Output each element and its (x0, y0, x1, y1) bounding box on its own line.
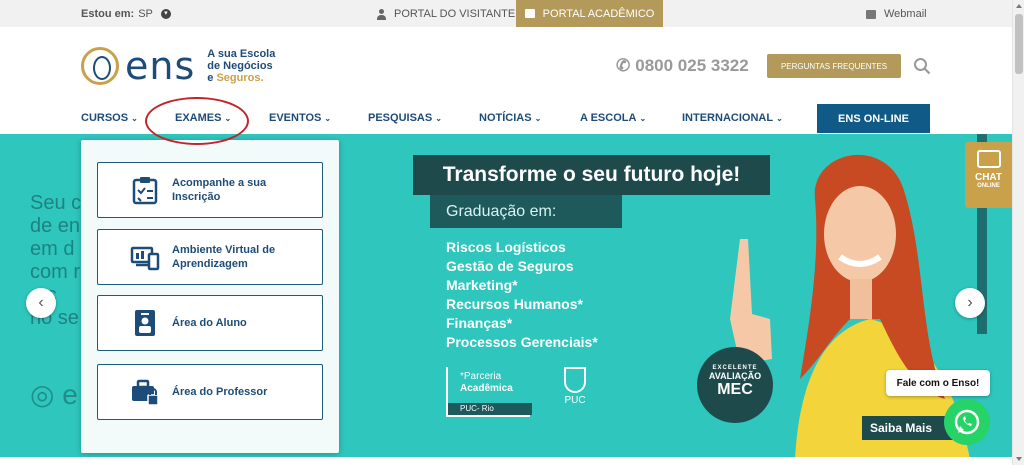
webmail-label: Webmail (884, 8, 927, 20)
chat-bubble-icon (976, 150, 1001, 168)
mec-line-2: AVALIAÇÃO (708, 371, 762, 381)
partnership-label: *Parceria (460, 371, 502, 382)
course-item: Marketing* (446, 277, 518, 293)
page-scrollbar[interactable] (1012, 0, 1024, 465)
ens-online-button[interactable]: ENS ON-LINE (817, 104, 930, 133)
chevron-down-icon: ⌄ (324, 114, 332, 123)
location-label: Estou em: (81, 8, 135, 20)
chevron-left-icon: ‹ (38, 294, 44, 311)
chat-online-button[interactable]: CHAT ONLINE (965, 142, 1012, 208)
menu-item-label: Ambiente Virtual de (172, 244, 276, 256)
chevron-down-icon: ⌄ (776, 114, 783, 123)
ghost-line: Seu c (30, 192, 82, 214)
partnership-type: Acadêmica (460, 383, 513, 394)
user-icon (377, 8, 386, 20)
phone-number[interactable]: ✆ 0800 025 3322 (616, 56, 749, 76)
nav-item-noticias[interactable]: NOTÍCIAS ⌄ (479, 112, 541, 124)
logo-mark-icon (81, 47, 119, 85)
scroll-down-icon[interactable] (1016, 457, 1022, 461)
menu-item-area-do-aluno[interactable]: Área do Aluno (97, 295, 323, 351)
visitor-portal-link[interactable]: PORTAL DO VISITANTE (377, 8, 515, 20)
nav-label: A ESCOLA (580, 112, 637, 124)
nav-item-internacional[interactable]: INTERNACIONAL ⌄ (682, 112, 783, 124)
menu-item-label: Área do Aluno (172, 317, 247, 329)
nav-label: CURSOS (81, 112, 129, 124)
partner-name: PUC- Rio (448, 403, 532, 415)
logo-word: ens (125, 44, 196, 88)
academic-portal-link[interactable]: PORTAL ACADÊMICO (516, 0, 663, 27)
ghost-line: de en (30, 215, 81, 237)
crest-icon (564, 367, 586, 393)
puc-label: PUC (564, 395, 586, 406)
tagline-line-3b: Seguros. (216, 72, 264, 84)
ghost-logo-icon: ◎ e (30, 379, 78, 410)
nav-item-a-escola[interactable]: A ESCOLA ⌄ (580, 112, 646, 124)
course-item: Riscos Logísticos (446, 239, 566, 255)
nav-label: PESQUISAS (368, 112, 433, 124)
hero-subheading: Graduação em: (430, 195, 622, 228)
fale-com-enso-tooltip[interactable]: Fale com o Enso! (886, 370, 990, 396)
highlight-circle-annotation (145, 97, 249, 145)
clipboard-check-icon (132, 177, 158, 205)
chat-label: CHAT (974, 172, 1003, 183)
puc-crest: PUC (560, 367, 590, 417)
ghost-line: com r (30, 261, 80, 283)
tagline-line-2: de Negócios (207, 60, 273, 72)
partnership-box: *Parceria Acadêmica PUC- Rio (446, 367, 532, 417)
slider-prev-button[interactable]: ‹ (26, 288, 56, 318)
nav-label: EVENTOS (269, 112, 322, 124)
mec-badge: EXCELENTE AVALIAÇÃO MEC (697, 347, 773, 423)
chevron-down-icon: ⌄ (131, 114, 138, 123)
phone-icon: ✆ (616, 56, 631, 75)
chevron-right-icon: › (967, 294, 973, 311)
course-item: Processos Gerenciais* (446, 334, 598, 350)
faq-button[interactable]: PERGUNTAS FREQUENTES (767, 54, 901, 78)
phone-number-text: 0800 025 3322 (635, 56, 749, 75)
academic-portal-label: PORTAL ACADÊMICO (542, 7, 655, 20)
menu-item-label: Aprendizagem (172, 258, 248, 270)
nav-item-cursos[interactable]: CURSOS ⌄ (81, 112, 138, 124)
top-bar: Estou em: SP ▾ PORTAL DO VISITANTE PORTA… (0, 0, 1012, 27)
menu-item-ambiente-virtual[interactable]: Ambiente Virtual de Aprendizagem (97, 229, 323, 285)
nav-label: NOTÍCIAS (479, 112, 532, 124)
briefcase-lock-icon (132, 379, 159, 406)
chevron-down-icon: ▾ (160, 9, 171, 19)
webmail-link[interactable]: Webmail (866, 8, 927, 20)
search-icon[interactable] (913, 57, 931, 75)
exames-dropdown-menu: Acompanhe a sua Inscrição Ambiente Virtu… (81, 140, 339, 453)
scroll-up-icon[interactable] (1016, 4, 1022, 8)
course-list: Riscos Logísticos Gestão de Seguros Mark… (446, 238, 598, 352)
student-id-icon (135, 310, 155, 336)
course-item: Gestão de Seguros (446, 258, 574, 274)
envelope-icon (866, 9, 876, 19)
location-selector[interactable]: Estou em: SP ▾ (81, 8, 171, 20)
menu-item-area-do-professor[interactable]: Área do Professor (97, 364, 323, 420)
mec-line-3: MEC (717, 381, 753, 398)
course-item: Recursos Humanos* (446, 296, 583, 312)
visitor-portal-label: PORTAL DO VISITANTE (394, 8, 516, 20)
ens-logo[interactable]: ens A sua Escola de Negócios e Seguros. (81, 45, 275, 87)
chevron-down-icon: ⌄ (534, 114, 542, 123)
menu-item-acompanhe-inscricao[interactable]: Acompanhe a sua Inscrição (97, 162, 323, 218)
location-value: SP (138, 8, 153, 20)
nav-item-eventos[interactable]: EVENTOS ⌄ (269, 112, 331, 124)
ghost-line: em d (30, 238, 75, 260)
menu-item-label: Inscrição (172, 191, 221, 203)
nav-item-pesquisas[interactable]: PESQUISAS ⌄ (368, 112, 442, 124)
whatsapp-icon (954, 409, 980, 435)
chevron-down-icon: ⌄ (435, 114, 442, 123)
whatsapp-button[interactable] (944, 399, 990, 445)
logo-tagline: A sua Escola de Negócios e Seguros. (207, 48, 275, 84)
devices-icon (130, 246, 160, 271)
tagline-line-1: A sua Escola (207, 48, 276, 60)
chevron-down-icon: ⌄ (639, 114, 647, 123)
course-item: Finanças* (446, 315, 513, 331)
nav-label: INTERNACIONAL (682, 112, 774, 124)
menu-item-label: Área do Professor (172, 386, 268, 398)
slider-next-button[interactable]: › (955, 288, 985, 318)
chat-sub-label: ONLINE (977, 183, 1000, 189)
scrollbar-thumb[interactable] (1015, 14, 1023, 74)
menu-item-label: Acompanhe a sua (172, 177, 267, 189)
portal-icon (524, 9, 535, 18)
